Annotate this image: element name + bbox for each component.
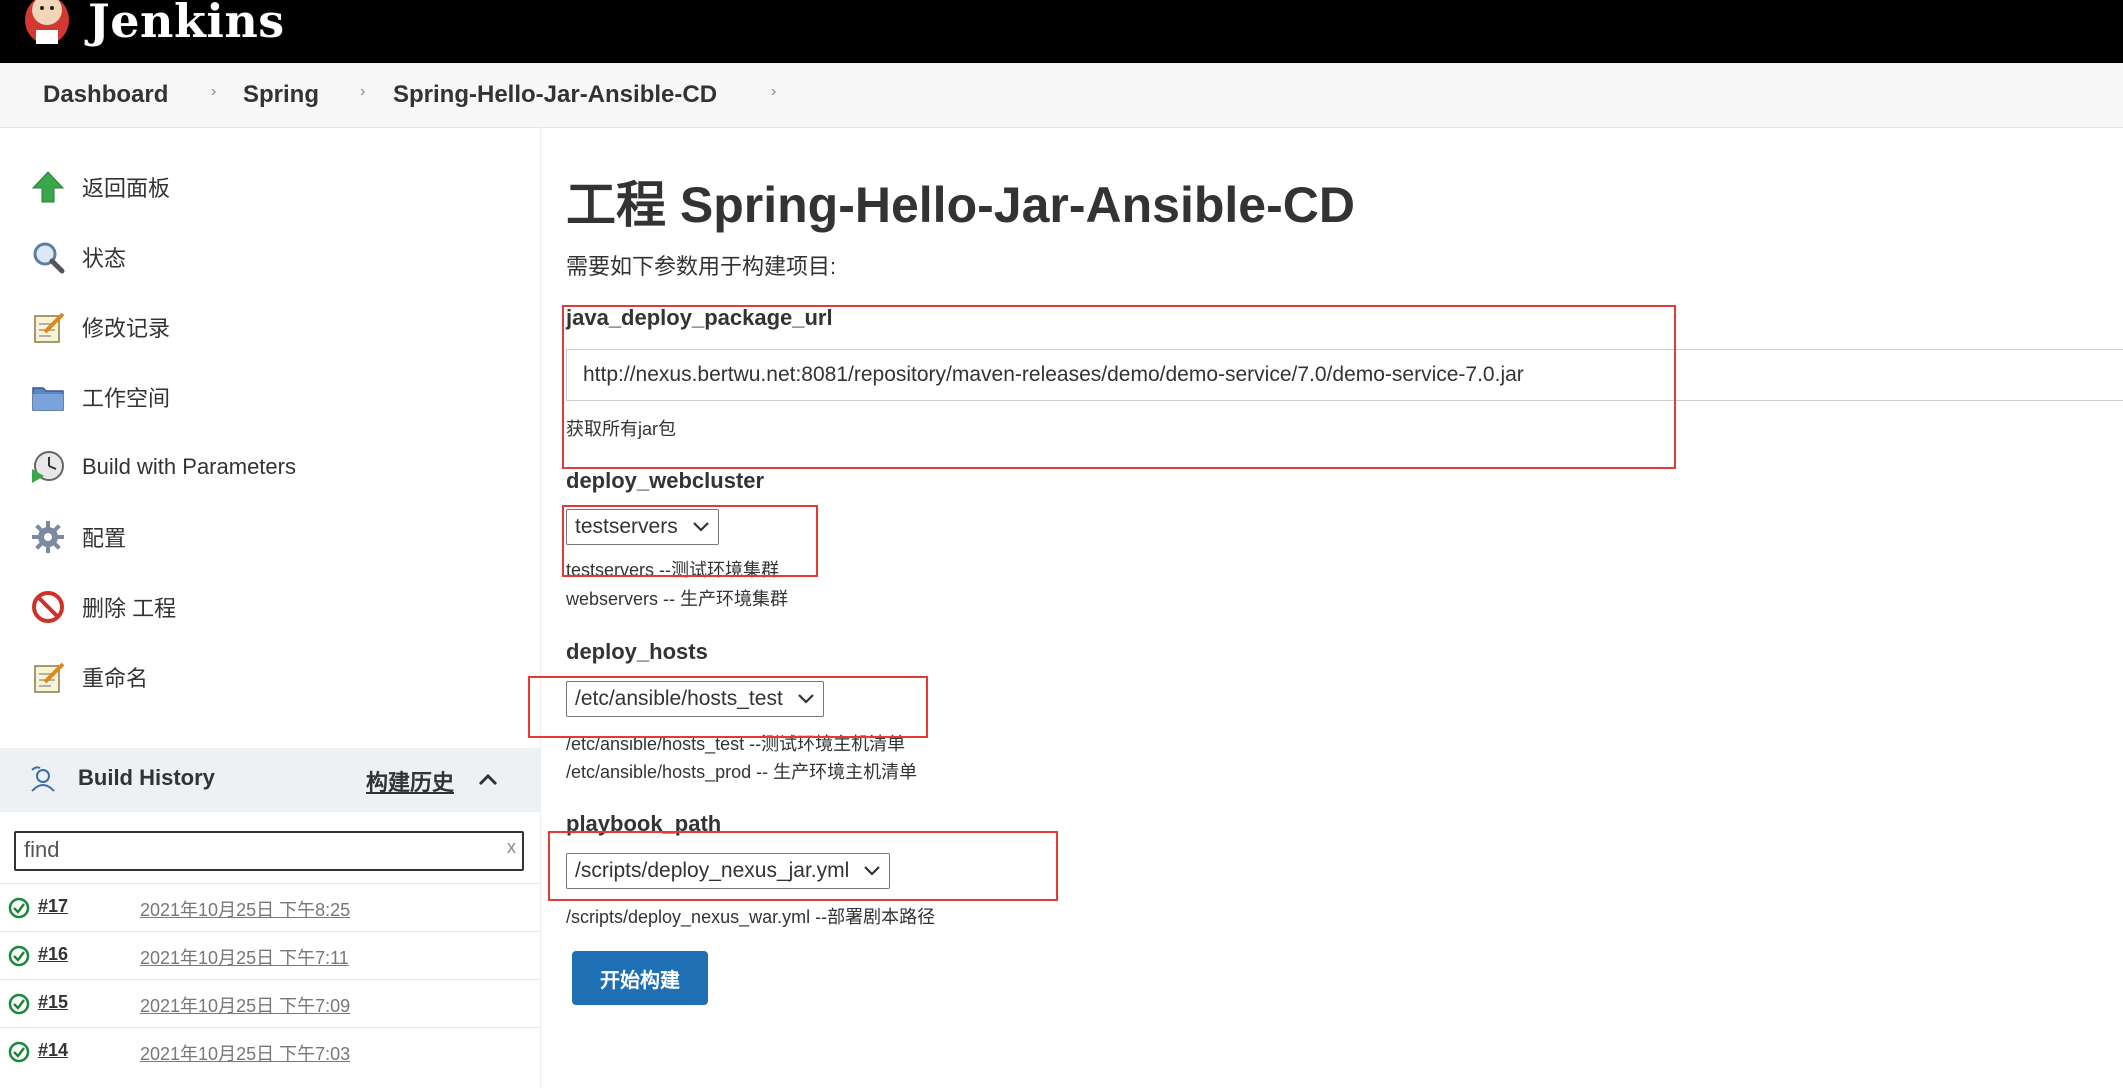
breadcrumb-dashboard[interactable]: Dashboard (43, 81, 168, 109)
sidebar-item-back-to-dashboard[interactable]: 返回面板 (28, 162, 170, 212)
param-description: 获取所有jar包 (566, 419, 677, 439)
hosts-select[interactable]: /etc/ansible/hosts_test (566, 681, 824, 717)
page-title: 工程 Spring-Hello-Jar-Ansible-CD (566, 177, 1355, 233)
param-description: /scripts/deploy_nexus_war.yml --部署剧本路径 (566, 907, 936, 927)
clock-play-icon (28, 447, 68, 487)
clear-search-icon[interactable]: x (507, 837, 516, 858)
build-history-trend-link[interactable]: 构建历史 (366, 765, 454, 797)
folder-icon (28, 377, 68, 417)
param-description: /etc/ansible/hosts_test --测试环境主机清单 (566, 734, 906, 754)
up-arrow-icon (28, 167, 68, 207)
build-date-link[interactable]: 2021年10月25日 下午8:25 (140, 896, 350, 922)
sidebar-item-label: 修改记录 (82, 316, 171, 341)
chevron-down-icon (864, 866, 881, 876)
sidebar-item-status[interactable]: 状态 (28, 232, 126, 282)
sidebar-item-label: 重命名 (82, 666, 149, 691)
chevron-up-icon[interactable] (476, 768, 500, 792)
sidebar-item-label: 工作空间 (82, 386, 171, 411)
playbook-select[interactable]: /scripts/deploy_nexus_jar.yml (566, 853, 891, 889)
build-number-link[interactable]: #14 (38, 1040, 68, 1061)
build-date-link[interactable]: 2021年10月25日 下午7:03 (140, 1040, 350, 1066)
main-content: 工程 Spring-Hello-Jar-Ansible-CD 需要如下参数用于构… (528, 127, 2123, 1088)
breadcrumb-chevron-icon[interactable]: › (771, 83, 776, 101)
param-description: /etc/ansible/hosts_prod -- 生产环境主机清单 (566, 762, 918, 782)
sidebar-item-configure[interactable]: 配置 (28, 512, 126, 562)
build-number-link[interactable]: #16 (38, 944, 68, 965)
param-description: testservers --测试环境集群 (566, 560, 780, 580)
package-url-field[interactable] (566, 349, 2123, 401)
build-history-title: Build History (78, 765, 215, 790)
param-description: webservers -- 生产环境集群 (566, 589, 789, 609)
build-row: #17 2021年10月25日 下午8:25 (0, 883, 540, 932)
magnifier-icon (28, 237, 68, 277)
success-check-icon (8, 1041, 30, 1063)
param-name-playbook: playbook_path (566, 811, 722, 836)
sidebar-item-label: Build with Parameters (82, 454, 296, 479)
start-build-button[interactable]: 开始构建 (572, 951, 708, 1005)
build-number-link[interactable]: #17 (38, 896, 68, 917)
build-history-header: Build History 构建历史 (0, 748, 540, 812)
top-header: Jenkins (0, 0, 2123, 63)
gear-icon (28, 517, 68, 557)
build-date-link[interactable]: 2021年10月25日 下午7:11 (140, 944, 349, 970)
param-name-webcluster: deploy_webcluster (566, 468, 765, 493)
build-row: #15 2021年10月25日 下午7:09 (0, 979, 540, 1028)
breadcrumb-chevron-icon[interactable]: › (211, 83, 216, 101)
sidebar-item-build-with-parameters[interactable]: Build with Parameters (28, 442, 296, 492)
select-value: /scripts/deploy_nexus_jar.yml (575, 859, 850, 882)
no-entry-icon (28, 587, 68, 627)
build-number-link[interactable]: #15 (38, 992, 68, 1013)
success-check-icon (8, 993, 30, 1015)
success-check-icon (8, 945, 30, 967)
sidebar-item-changes[interactable]: 修改记录 (28, 302, 170, 352)
sidebar: 返回面板 状态 修改记录 工作空间 Build with Parameters … (0, 127, 541, 1088)
build-row: #14 2021年10月25日 下午7:03 (0, 1027, 540, 1076)
package-url-input[interactable] (567, 350, 2123, 400)
breadcrumb: Dashboard › Spring › Spring-Hello-Jar-An… (0, 63, 2123, 128)
select-value: /etc/ansible/hosts_test (575, 687, 783, 710)
breadcrumb-chevron-icon[interactable]: › (360, 83, 365, 101)
notepad-pencil-icon (28, 657, 68, 697)
build-history-icon (31, 766, 55, 792)
build-history-panel: Build History 构建历史 x #17 2021年10月25日 下午8… (0, 748, 540, 1088)
success-check-icon (8, 897, 30, 919)
parameters-intro: 需要如下参数用于构建项目: (566, 254, 837, 279)
breadcrumb-spring[interactable]: Spring (243, 81, 319, 109)
select-value: testservers (575, 515, 678, 538)
build-date-link[interactable]: 2021年10月25日 下午7:09 (140, 992, 350, 1018)
webcluster-select[interactable]: testservers (566, 509, 719, 545)
jenkins-brand[interactable]: Jenkins (88, 0, 285, 48)
sidebar-item-delete-project[interactable]: 删除 工程 (28, 582, 176, 632)
notepad-icon (28, 307, 68, 347)
sidebar-item-label: 返回面板 (82, 176, 171, 201)
chevron-down-icon (798, 694, 814, 704)
chevron-down-icon (692, 522, 709, 532)
param-name-package-url: java_deploy_package_url (566, 305, 833, 330)
build-search-field[interactable]: x (14, 831, 524, 871)
sidebar-item-workspace[interactable]: 工作空间 (28, 372, 170, 422)
sidebar-item-rename[interactable]: 重命名 (28, 652, 148, 702)
sidebar-item-label: 配置 (82, 526, 127, 551)
sidebar-item-label: 状态 (82, 246, 127, 271)
build-row: #16 2021年10月25日 下午7:11 (0, 931, 540, 980)
jenkins-logo-icon[interactable] (20, 0, 74, 46)
build-search-input[interactable] (16, 833, 492, 867)
param-name-hosts: deploy_hosts (566, 639, 708, 664)
sidebar-item-label: 删除 工程 (82, 596, 177, 621)
breadcrumb-job[interactable]: Spring-Hello-Jar-Ansible-CD (393, 81, 717, 109)
